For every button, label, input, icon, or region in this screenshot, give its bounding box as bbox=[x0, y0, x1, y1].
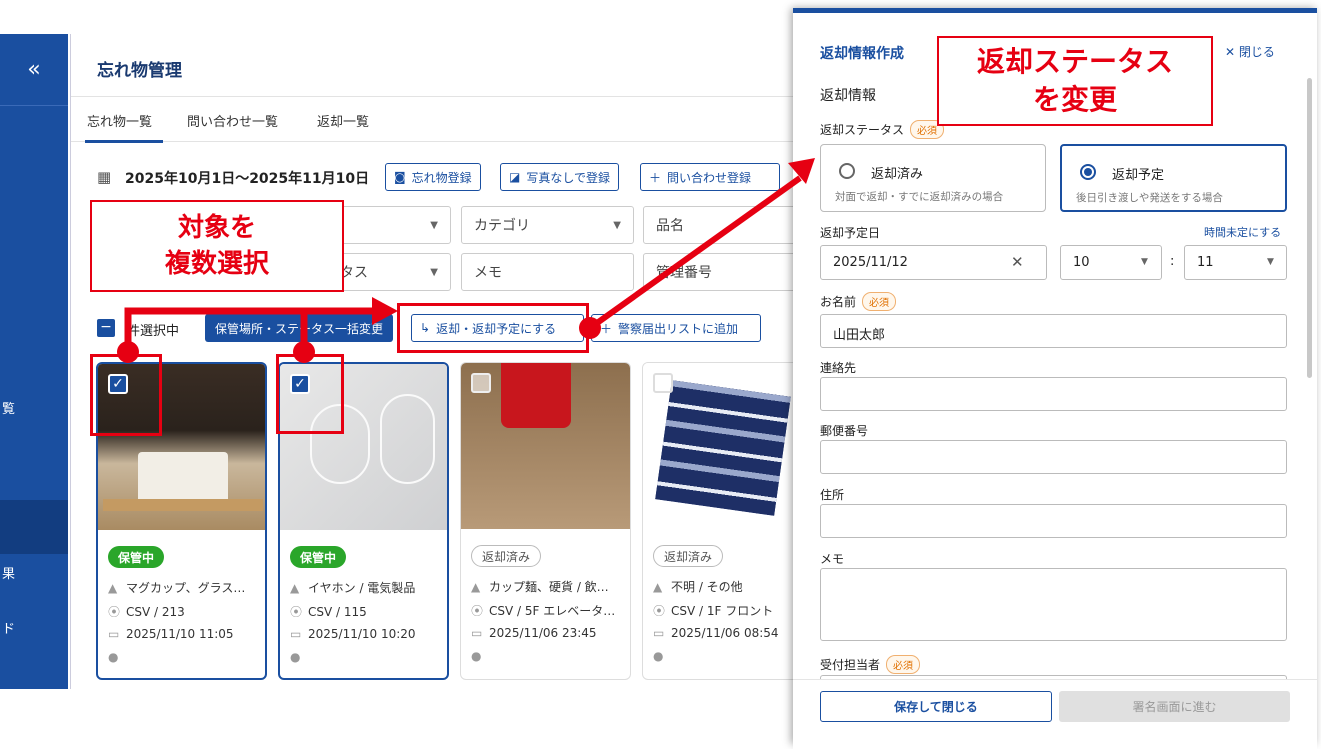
annotation-text: を変更 bbox=[1032, 83, 1117, 116]
bracket-line bbox=[124, 307, 308, 345]
annotation-text: 返却ステータス bbox=[976, 45, 1173, 78]
arrow-head-1 bbox=[372, 297, 398, 325]
annotation-text: 複数選択 bbox=[164, 249, 269, 279]
arrow-line-2 bbox=[588, 175, 802, 331]
annotation-change-status: 返却ステータス を変更 bbox=[937, 36, 1213, 126]
annotation-text: 対象を bbox=[177, 213, 256, 243]
highlight-box bbox=[90, 354, 162, 436]
annotation-multi-select: 対象を 複数選択 bbox=[90, 200, 344, 292]
highlight-box bbox=[276, 354, 344, 434]
highlight-box bbox=[397, 303, 589, 353]
